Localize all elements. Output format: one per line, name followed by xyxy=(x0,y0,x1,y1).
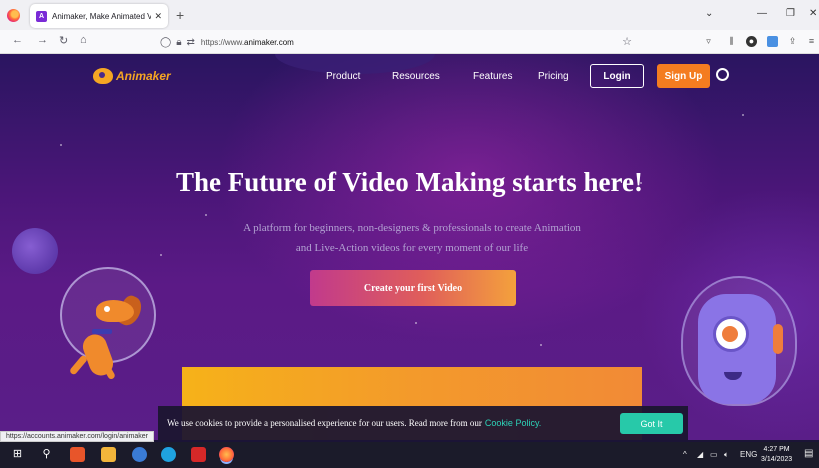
cookie-policy-link[interactable]: Cookie Policy. xyxy=(485,418,541,428)
hero-subtitle-line-2: and Live-Action videos for every moment … xyxy=(295,242,529,254)
star-decoration xyxy=(160,254,162,256)
network-icon[interactable]: ◢ xyxy=(697,450,703,459)
create-video-button[interactable]: Create your first Video xyxy=(310,270,516,306)
robot-pupil xyxy=(722,326,738,342)
address-bar[interactable]: ◯ 🔒︎ ⇄ https://www.animaker.com ☆ xyxy=(152,32,642,52)
back-icon[interactable]: ← xyxy=(12,34,23,46)
battery-icon[interactable]: ▭ xyxy=(710,450,718,459)
new-tab-icon[interactable]: + xyxy=(176,7,184,23)
window-close-icon[interactable]: ✕ xyxy=(809,8,817,19)
language-globe-icon[interactable] xyxy=(716,68,729,81)
firefox-taskbar-icon[interactable] xyxy=(219,447,234,462)
star-decoration xyxy=(205,214,207,216)
firefox-icon[interactable] xyxy=(7,9,20,22)
tab-title: Animaker, Make Animated Vid xyxy=(52,11,152,21)
star-decoration xyxy=(540,344,542,346)
browser-tab-active[interactable]: A Animaker, Make Animated Vid ✕ xyxy=(30,4,168,28)
bookmark-star-icon[interactable]: ☆ xyxy=(622,35,632,48)
nav-resources[interactable]: Resources xyxy=(392,71,440,82)
wps-office-icon[interactable] xyxy=(191,447,206,462)
star-decoration xyxy=(415,322,417,324)
animaker-logo[interactable]: Animaker xyxy=(93,68,171,84)
dog-leg xyxy=(68,354,89,376)
animaker-mascot-icon xyxy=(93,68,113,84)
browser-tab-bar: A Animaker, Make Animated Vid ✕ + ⌄ — ❐ … xyxy=(0,0,819,30)
extension-icon[interactable] xyxy=(767,36,778,47)
language-indicator[interactable]: ENG xyxy=(740,450,757,459)
decorative-planet-left xyxy=(12,228,58,274)
cookie-banner: We use cookies to provide a personalised… xyxy=(158,406,688,440)
url-domain: animaker.com xyxy=(244,37,294,47)
system-clock[interactable]: 4:27 PM 3/14/2023 xyxy=(761,445,792,465)
browser-nav-bar: ← → ↻ ⌂ ◯ 🔒︎ ⇄ https://www.animaker.com … xyxy=(0,30,819,54)
signup-button[interactable]: Sign Up xyxy=(657,64,710,88)
settings-app-icon[interactable] xyxy=(132,447,147,462)
account-icon[interactable]: ● xyxy=(746,36,757,47)
hero-subtitle-line-1: A platform for beginners, non-designers … xyxy=(243,222,581,234)
webpage: Animaker Product Resources Features Pric… xyxy=(0,54,819,440)
nav-pricing[interactable]: Pricing xyxy=(538,71,569,82)
share-icon[interactable]: ⇪ xyxy=(787,36,798,47)
clock-time: 4:27 PM xyxy=(763,446,790,453)
reload-icon[interactable]: ↻ xyxy=(59,34,68,47)
url-prefix: https://www. xyxy=(200,37,245,47)
lock-icon[interactable]: 🔒︎ xyxy=(176,37,181,48)
dog-collar xyxy=(92,329,112,334)
nav-features[interactable]: Features xyxy=(473,71,512,82)
permissions-icon[interactable]: ⇄ xyxy=(187,37,195,48)
list-all-tabs-icon[interactable]: ⌄ xyxy=(705,8,713,19)
clock-date: 3/14/2023 xyxy=(761,456,793,463)
status-bar-url: https://accounts.animaker.com/login/anim… xyxy=(0,431,155,442)
forward-icon[interactable]: → xyxy=(37,34,48,46)
dog-head xyxy=(96,300,134,322)
screen: A Animaker, Make Animated Vid ✕ + ⌄ — ❐ … xyxy=(0,0,819,468)
library-icon[interactable]: ⫼ xyxy=(726,36,737,47)
animaker-favicon-icon: A xyxy=(36,10,47,22)
tab-close-icon[interactable]: ✕ xyxy=(154,11,162,22)
volume-icon[interactable]: 🔈︎ xyxy=(724,450,729,460)
robot-ear xyxy=(773,324,783,354)
star-decoration xyxy=(742,114,744,116)
logo-text: Animaker xyxy=(116,69,171,83)
star-decoration xyxy=(60,144,62,146)
hero-title: The Future of Video Making starts here! xyxy=(176,167,643,197)
shield-icon[interactable]: ◯ xyxy=(160,37,171,48)
home-icon[interactable]: ⌂ xyxy=(80,34,87,46)
dog-eye xyxy=(104,306,110,312)
restore-icon[interactable]: ❐ xyxy=(786,8,795,19)
pocket-icon[interactable]: ▿ xyxy=(703,36,714,47)
file-explorer-icon[interactable] xyxy=(101,447,116,462)
hero-subtitle: A platform for beginners, non-designers … xyxy=(200,218,624,258)
edge-icon[interactable] xyxy=(161,447,176,462)
tray-chevron-icon[interactable]: ^ xyxy=(683,450,687,459)
notifications-icon[interactable]: ▤ xyxy=(804,448,813,459)
nav-product[interactable]: Product xyxy=(326,71,360,82)
minimize-icon[interactable]: — xyxy=(757,8,767,19)
cookie-text: We use cookies to provide a personalised… xyxy=(167,418,482,428)
windows-start-icon[interactable]: ⊞ xyxy=(10,447,25,462)
windows-taskbar: ⊞ ⚲ ^ ◢ ▭ 🔈︎ ENG 4:27 PM 3/14/2023 ▤ xyxy=(0,442,819,468)
login-button[interactable]: Login xyxy=(590,64,644,88)
search-icon[interactable]: ⚲ xyxy=(39,447,54,462)
office-app-icon[interactable] xyxy=(70,447,85,462)
url-text[interactable]: https://www.animaker.com xyxy=(201,38,294,47)
menu-icon[interactable]: ≡ xyxy=(806,36,817,47)
cookie-accept-button[interactable]: Got It xyxy=(620,413,683,434)
